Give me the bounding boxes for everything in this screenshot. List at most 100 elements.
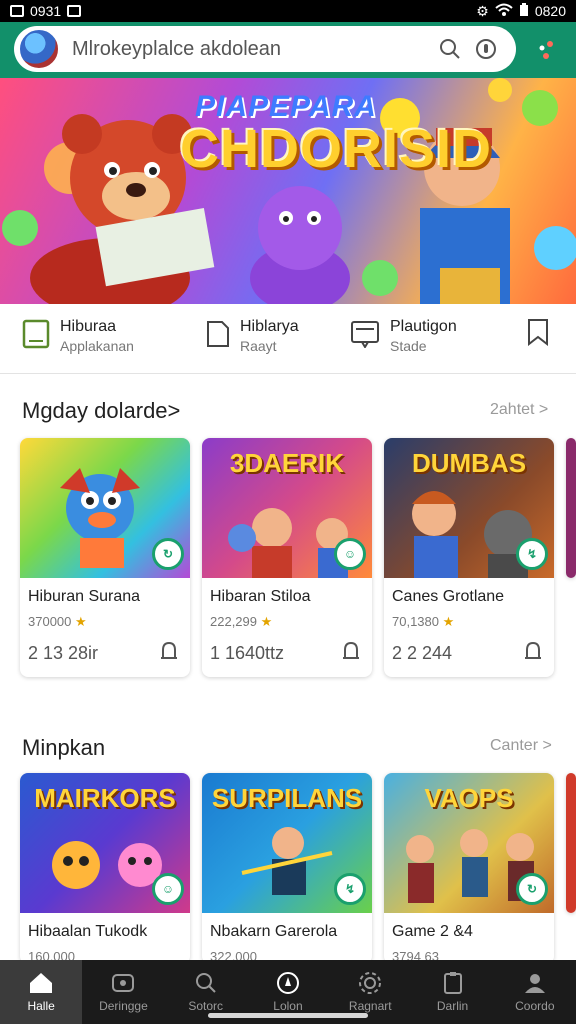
download-badge-icon[interactable]: ☺ (152, 873, 184, 905)
search-bar[interactable]: Mlrokeyplalce akdolean (14, 26, 516, 72)
home-indicator[interactable] (208, 1013, 368, 1018)
gallery-icon (67, 5, 82, 17)
section-see-all-link[interactable]: Canter > (490, 737, 552, 755)
bell-icon[interactable] (522, 640, 544, 667)
nav-label: Coordo (515, 999, 555, 1013)
app-card[interactable]: VAOPS ↻ Game 2 &4 3794 63 (384, 773, 554, 964)
app-card-partial[interactable] (566, 773, 576, 913)
app-downloads: 222,299 (210, 614, 257, 629)
app-card[interactable]: 3DAERIK ☺ Hibaran Stiloa 222,299 ★ 1 164… (202, 438, 372, 677)
section-see-all-link[interactable]: 2ahtet > (490, 401, 548, 419)
nav-label: Darlin (436, 999, 469, 1013)
app-size: 2 13 28ir (28, 643, 99, 663)
monitor-icon (350, 320, 380, 353)
app-card[interactable]: DUMBAS ↯ Canes Grotlane 70,1380 ★ 2 2 24… (384, 438, 554, 677)
app-thumbnail-title: 3DAERIK (229, 448, 345, 478)
section-title: Mgday dolarde> (22, 398, 181, 423)
bookmark-icon (526, 318, 550, 351)
download-badge-icon[interactable]: ↻ (152, 538, 184, 570)
nav-item-profile[interactable]: Coordo (494, 960, 576, 1024)
download-badge-icon[interactable]: ↯ (334, 873, 366, 905)
app-thumbnail: DUMBAS ↯ (384, 438, 554, 578)
category-item-3[interactable]: Plautigon Stade (350, 318, 457, 354)
wifi-icon (495, 3, 513, 20)
status-bar: 0931 ⚙ 0820 (0, 0, 576, 22)
app-thumbnail: 3DAERIK ☺ (202, 438, 372, 578)
book-icon (22, 319, 50, 354)
avatar[interactable] (18, 28, 60, 70)
image-icon (10, 5, 24, 17)
hero-title: CHDORISID (180, 119, 493, 179)
app-name: Hibaran Stiloa (210, 588, 311, 605)
download-badge-icon[interactable]: ↯ (516, 538, 548, 570)
top-bar: Mlrokeyplalce akdolean (0, 22, 576, 78)
folder-icon (112, 974, 135, 992)
app-size: 1 1640ttz (210, 643, 285, 663)
category-item-4[interactable] (526, 318, 550, 351)
app-name: Nbakarn Garerola (210, 923, 338, 940)
app-thumbnail: VAOPS ↻ (384, 773, 554, 913)
app-meta: 222,299 ★ (202, 606, 372, 630)
download-badge-icon[interactable]: ☺ (334, 538, 366, 570)
star-icon: ★ (75, 614, 87, 629)
app-card[interactable]: MAIRKORS ☺ Hibaalan Tukodk 160,000 (20, 773, 190, 964)
app-name: Canes Grotlane (392, 588, 505, 605)
category-subtitle: Raayt (240, 338, 277, 354)
star-icon: ★ (442, 614, 455, 629)
mute-icon: ⚙ (476, 2, 489, 19)
app-meta: 70,1380 ★ (384, 606, 554, 630)
nav-item-downloads[interactable]: Deringge (82, 960, 164, 1024)
app-thumbnail-title: DUMBAS (411, 448, 527, 478)
bell-icon[interactable] (340, 640, 362, 667)
app-thumbnail: SURPILANS ↯ (202, 773, 372, 913)
app-card[interactable]: SURPILANS ↯ Nbakarn Garerola 322,000 (202, 773, 372, 964)
category-title: Hiburaa (60, 318, 117, 335)
user-icon (524, 974, 545, 993)
app-thumbnail (566, 773, 576, 913)
category-item-1[interactable]: Hiburaa Applakanan (22, 318, 134, 354)
app-thumbnail-title: MAIRKORS (34, 783, 176, 813)
app-thumbnail-title: VAOPS (424, 783, 514, 813)
app-footer: 2 2 244 (384, 630, 554, 677)
category-subtitle: Stade (390, 338, 427, 354)
app-name: Game 2 &4 (392, 923, 473, 940)
status-right: ⚙ 0820 (476, 2, 566, 20)
menu-icon[interactable] (528, 32, 564, 68)
nav-label: Sotorc (188, 999, 224, 1013)
nav-label: Deringge (99, 999, 148, 1013)
bell-icon[interactable] (158, 640, 180, 667)
app-meta: 370000 ★ (20, 606, 190, 630)
search-icon (195, 973, 216, 993)
nav-label: Lolon (273, 999, 303, 1013)
app-downloads: 70,1380 (392, 614, 439, 629)
category-item-2[interactable]: Hiblarya Raayt (206, 318, 299, 354)
app-footer: 2 13 28ir (20, 630, 190, 677)
compass-icon (276, 972, 299, 994)
nav-item-home[interactable]: Halle (0, 960, 83, 1024)
category-bar: Hiburaa Applakanan Hiblarya Raayt Plauti… (0, 304, 576, 374)
app-thumbnail (566, 438, 576, 578)
app-name: Hibaalan Tukodk (28, 923, 148, 940)
app-name: Hiburan Surana (28, 588, 141, 605)
search-icon[interactable] (432, 31, 468, 67)
battery-icon (519, 2, 529, 20)
download-badge-icon[interactable]: ↻ (516, 873, 548, 905)
app-card-partial[interactable] (566, 438, 576, 578)
nav-item-library[interactable]: Darlin (411, 960, 493, 1024)
gear-icon (359, 972, 382, 994)
category-title: Plautigon (390, 318, 457, 335)
mic-icon[interactable] (468, 31, 504, 67)
hero-banner[interactable]: PIAPEPARA CHDORISID (0, 78, 576, 304)
search-input[interactable]: Mlrokeyplalce akdolean (72, 38, 432, 61)
document-icon (206, 320, 230, 353)
app-card[interactable]: ↻ Hiburan Surana 370000 ★ 2 13 28ir (20, 438, 190, 677)
clipboard-icon (443, 972, 462, 994)
app-footer: 1 1640ttz (202, 630, 372, 677)
status-time: 0931 (30, 3, 62, 19)
category-subtitle: Applakanan (60, 338, 134, 354)
app-downloads: 370000 (28, 614, 72, 629)
section-title: Minpkan (22, 735, 106, 760)
category-title: Hiblarya (240, 318, 299, 335)
star-icon: ★ (260, 614, 273, 629)
app-thumbnail-title: SURPILANS (211, 783, 363, 813)
